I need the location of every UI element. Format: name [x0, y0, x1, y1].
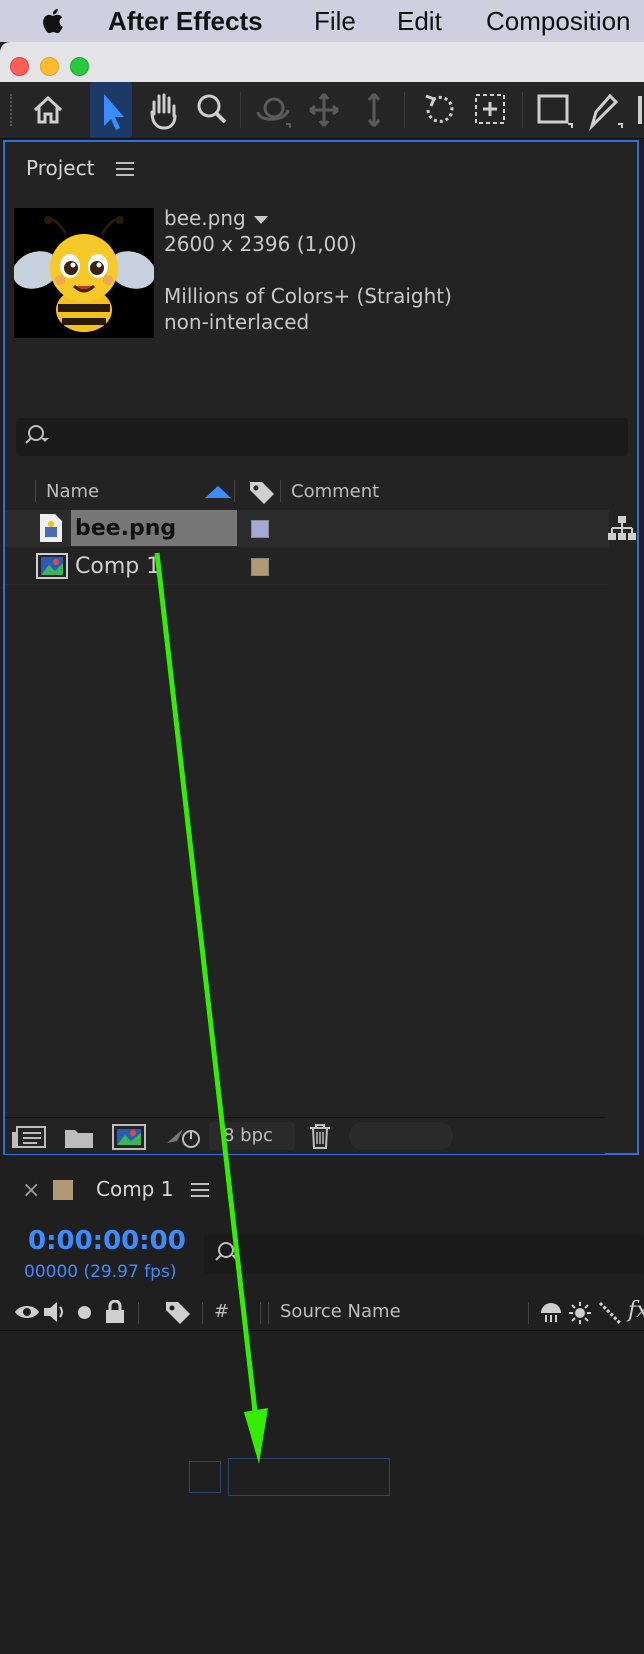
lock-icon[interactable] — [104, 1300, 126, 1324]
dolly-camera-icon[interactable] — [356, 82, 392, 138]
orbit-camera-icon[interactable] — [252, 82, 292, 138]
project-panel-menu-icon[interactable] — [116, 162, 134, 176]
hand-tool-icon[interactable] — [144, 82, 180, 138]
asset-thumbnail — [14, 208, 154, 338]
image-file-icon — [40, 514, 62, 542]
current-time-display[interactable]: 0:00:00:00 — [28, 1226, 186, 1256]
collapse-transform-icon[interactable] — [568, 1301, 592, 1325]
menu-file[interactable]: File — [314, 6, 356, 37]
dropdown-triangle-icon[interactable] — [254, 215, 269, 225]
search-icon — [25, 425, 49, 444]
label-tag-icon[interactable] — [248, 478, 276, 506]
label-color-swatch[interactable] — [251, 520, 269, 538]
new-composition-icon[interactable] — [111, 1123, 147, 1151]
project-panel-title[interactable]: Project — [26, 156, 94, 180]
asset-color-info: Millions of Colors+ (Straight) — [164, 284, 452, 308]
timeline-panel-menu-icon[interactable] — [191, 1183, 209, 1197]
drop-target-layer-outline — [228, 1458, 390, 1496]
comp-tab-title[interactable]: Comp 1 — [96, 1177, 173, 1201]
column-source-name[interactable]: Source Name — [280, 1301, 401, 1322]
close-window-button[interactable] — [10, 57, 29, 76]
timeline-search-input[interactable] — [204, 1234, 644, 1274]
asset-info-name[interactable]: bee.png — [164, 206, 269, 230]
drop-target-indicator — [189, 1461, 221, 1493]
apple-logo-icon[interactable] — [40, 7, 64, 35]
project-item-row[interactable]: bee.png — [5, 510, 609, 547]
label-tag-icon[interactable] — [164, 1298, 192, 1326]
close-tab-button[interactable]: × — [22, 1178, 40, 1203]
effects-fx-icon[interactable]: fx — [628, 1298, 644, 1323]
toolbar-grip[interactable] — [10, 94, 16, 126]
rotate-tool-icon[interactable] — [420, 82, 458, 138]
anchor-point-tool-icon[interactable] — [470, 82, 510, 138]
column-name[interactable]: Name — [46, 481, 99, 502]
menu-composition[interactable]: Composition — [486, 6, 631, 37]
project-column-header: Name Comment — [3, 474, 637, 508]
toolbar-overflow-indicator[interactable] — [638, 96, 642, 124]
home-icon[interactable] — [30, 82, 66, 138]
zoom-window-button[interactable] — [70, 57, 89, 76]
composition-icon — [36, 553, 68, 579]
quality-icon[interactable] — [598, 1301, 622, 1325]
zoom-tool-icon[interactable] — [194, 82, 230, 138]
column-layer-number[interactable]: # — [214, 1301, 229, 1322]
audio-icon[interactable] — [42, 1300, 68, 1324]
bit-depth-button[interactable]: 8 bpc — [209, 1122, 295, 1150]
solo-icon[interactable] — [78, 1306, 91, 1319]
project-item-row[interactable]: Comp 1 — [5, 548, 609, 585]
project-search-input[interactable] — [16, 418, 628, 456]
project-item-name[interactable]: bee.png — [75, 516, 176, 541]
asset-dimensions: 2600 x 2396 (1,00) — [164, 232, 357, 256]
menu-app-name[interactable]: After Effects — [108, 6, 263, 37]
window-titlebar — [0, 42, 644, 82]
new-folder-icon[interactable] — [63, 1124, 95, 1150]
interpret-footage-icon[interactable] — [11, 1124, 47, 1150]
trash-icon[interactable] — [307, 1122, 333, 1150]
sort-ascending-icon[interactable] — [205, 486, 231, 498]
label-color-swatch[interactable] — [251, 558, 269, 576]
minimize-window-button[interactable] — [40, 57, 59, 76]
column-comment[interactable]: Comment — [291, 481, 379, 502]
search-icon — [215, 1242, 239, 1261]
mac-menubar: After Effects File Edit Composition — [0, 0, 644, 42]
asset-name-text: bee.png — [164, 206, 246, 230]
frame-rate-display: 00000 (29.97 fps) — [24, 1262, 177, 1282]
pen-tool-icon[interactable] — [584, 82, 624, 138]
project-scrollbar[interactable] — [349, 1122, 453, 1150]
shy-layer-icon[interactable] — [538, 1301, 564, 1323]
render-queue-icon[interactable] — [163, 1123, 203, 1151]
asset-interlace-info: non-interlaced — [164, 310, 310, 334]
bee-image — [14, 216, 154, 332]
menu-edit[interactable]: Edit — [397, 6, 442, 37]
layer-column-header: # Source Name fx — [0, 1294, 644, 1331]
eye-icon[interactable] — [14, 1302, 40, 1322]
project-item-name[interactable]: Comp 1 — [75, 554, 160, 579]
flowchart-icon[interactable] — [607, 514, 637, 542]
rectangle-tool-icon[interactable] — [534, 82, 574, 138]
selection-tool-icon[interactable] — [90, 82, 132, 138]
comp-label-swatch — [53, 1180, 73, 1200]
pan-camera-icon[interactable] — [306, 82, 342, 138]
tools-toolbar — [0, 82, 644, 139]
bit-depth-label: 8 bpc — [223, 1125, 273, 1146]
project-footer: 8 bpc — [5, 1117, 605, 1154]
